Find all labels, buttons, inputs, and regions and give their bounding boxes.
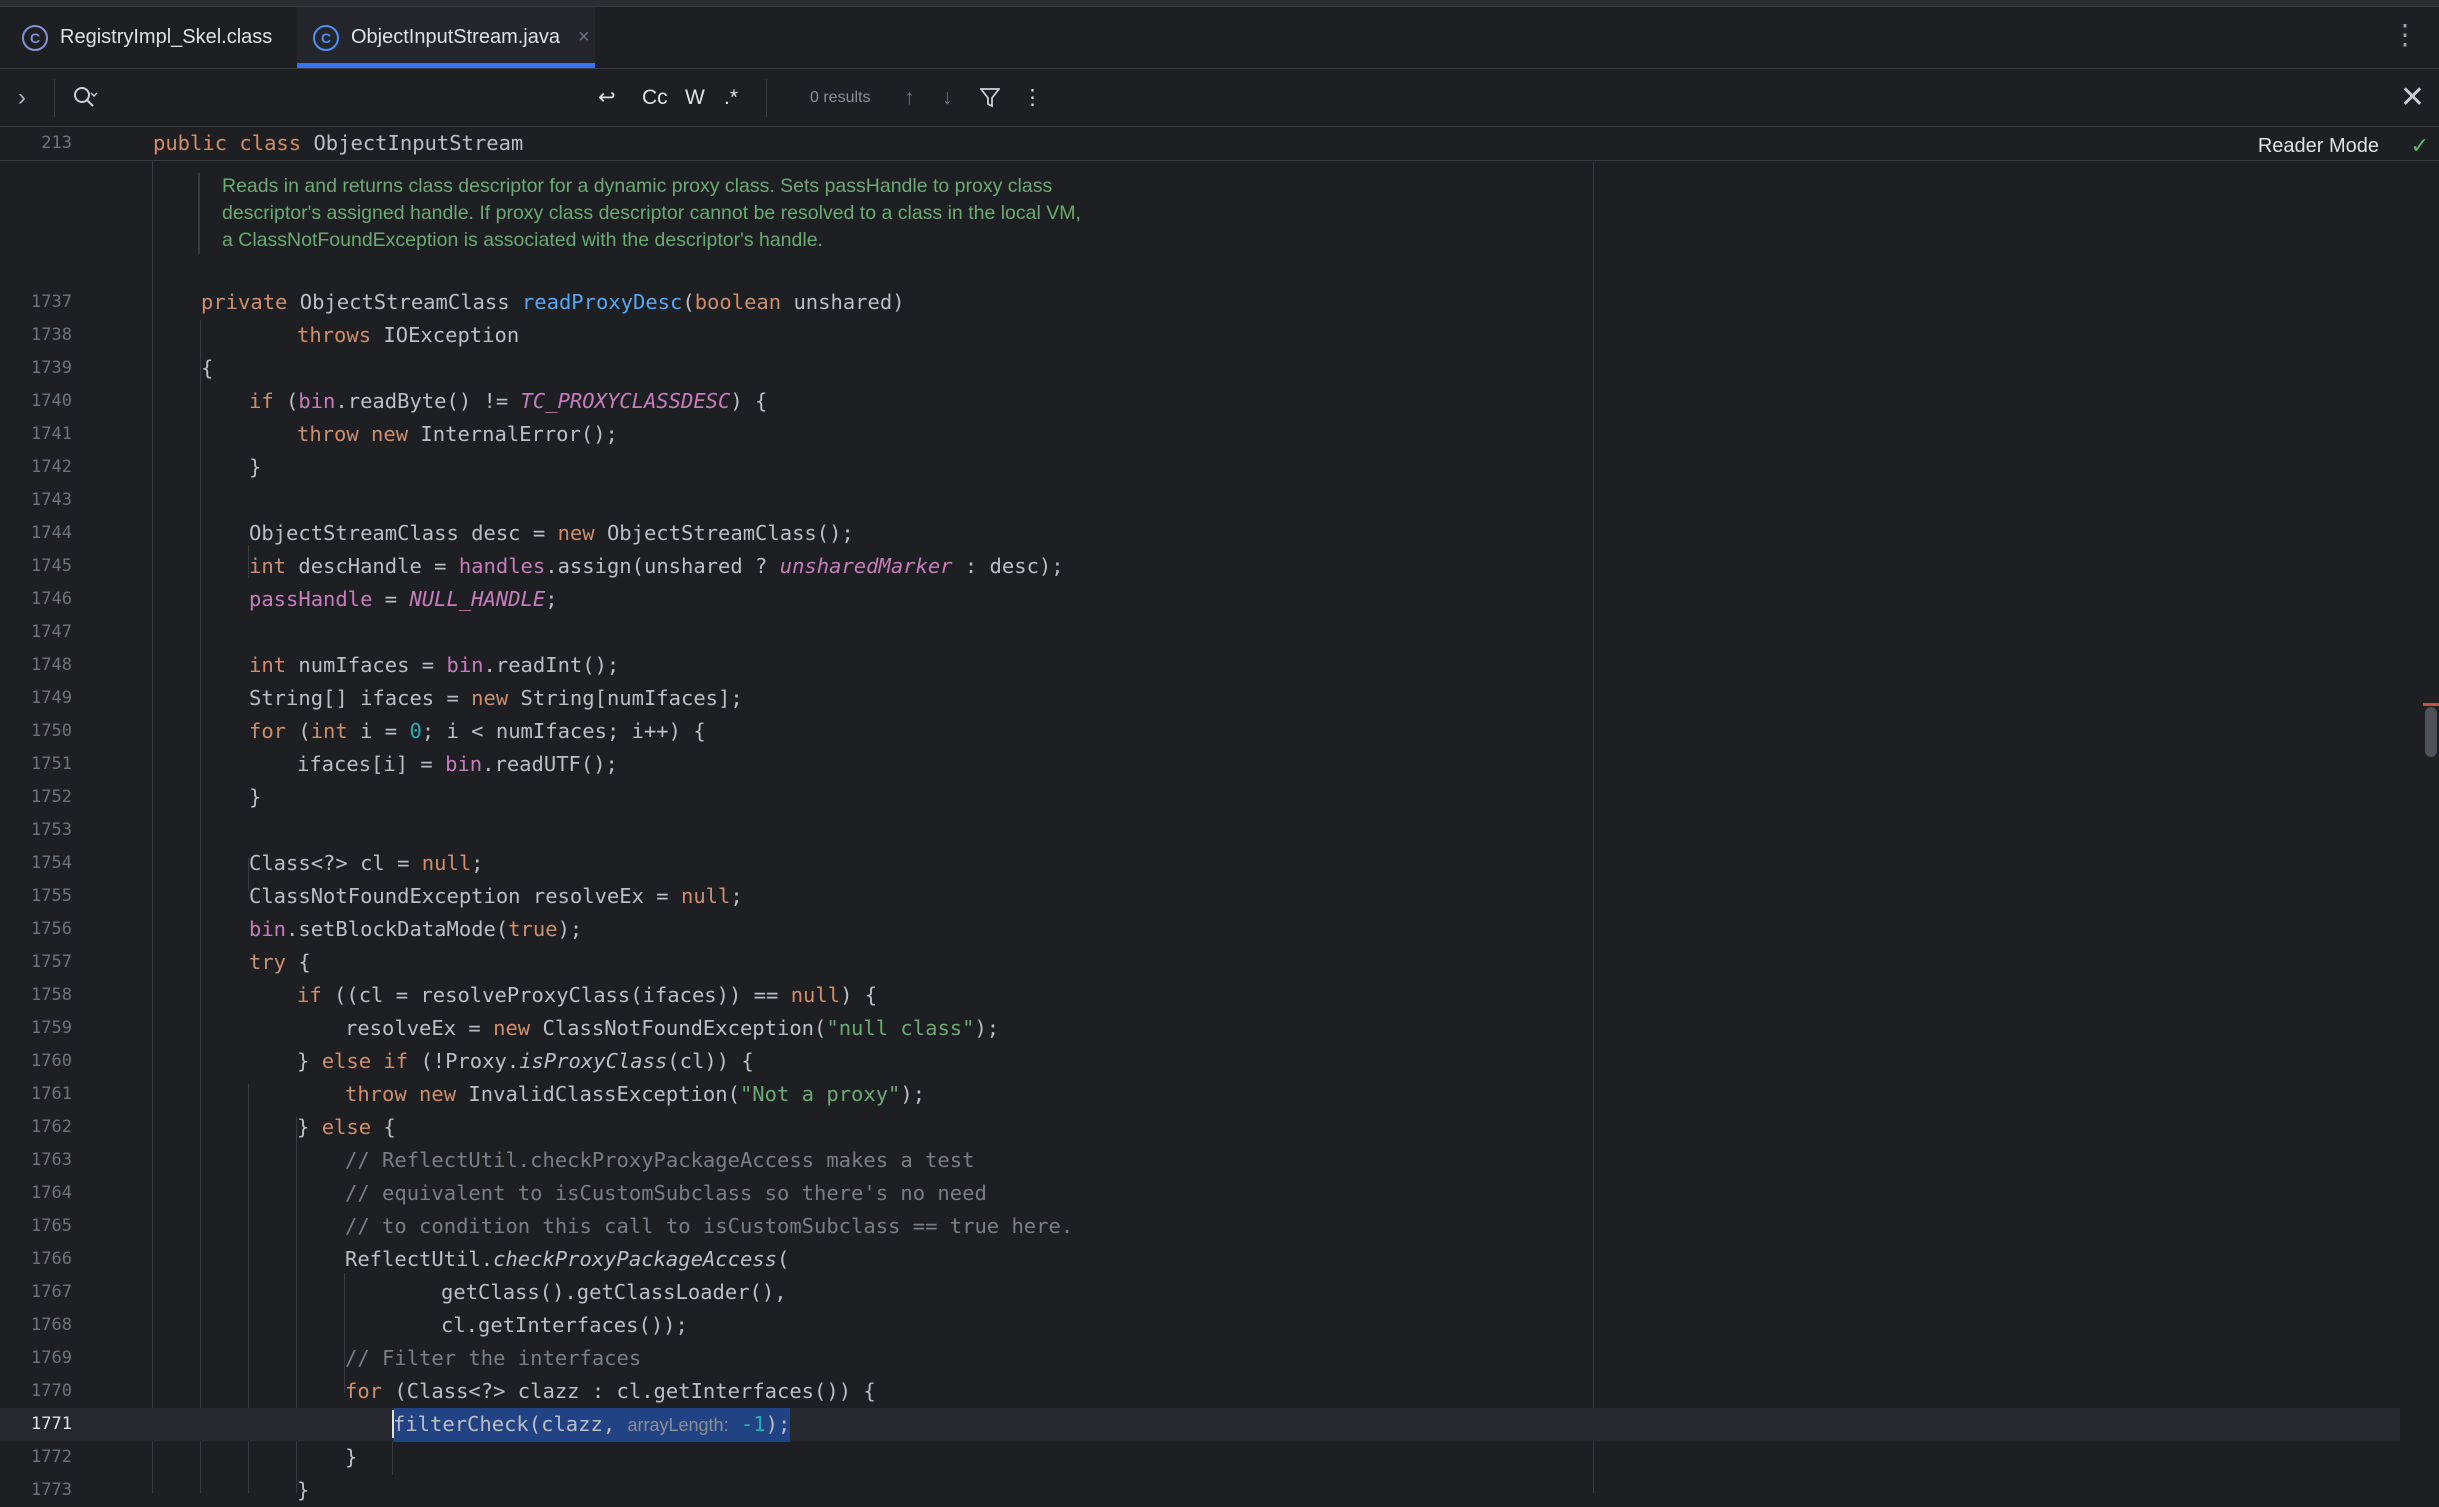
code-line[interactable]: 1744 ObjectStreamClass desc = new ObjectS… — [0, 517, 2400, 550]
code-line[interactable]: 1752} — [0, 781, 2400, 814]
tab-label: RegistryImpl_Skel.class — [60, 26, 273, 48]
code-line[interactable]: 1759 resolveEx = new ClassNotFoundExcepti… — [0, 1012, 2400, 1045]
code-line[interactable]: 1750 for (int i = 0; i < numIfaces; i++) … — [0, 715, 2400, 748]
code-line[interactable]: 1754 Class<?> cl = null; — [0, 847, 2400, 880]
regex-button[interactable]: .* — [724, 69, 738, 126]
line-number: 213 — [41, 133, 72, 153]
sticky-header-line[interactable]: 213 public class ObjectInputStream Reade… — [0, 127, 2439, 161]
search-results-count: 0 results — [810, 88, 871, 106]
parameter-hint: arrayLength: — [627, 1415, 729, 1435]
rendered-javadoc: Reads in and returns class descriptor fo… — [198, 173, 1222, 254]
active-tab-indicator — [297, 63, 595, 68]
code-line[interactable]: 1765// to condition this call to isCusto… — [0, 1210, 2400, 1243]
code-line[interactable]: 1755 ClassNotFoundException resolveEx = n… — [0, 880, 2400, 913]
code-line[interactable]: 1745 int descHandle = handles.assign(unsh… — [0, 550, 2400, 583]
expand-replace-icon[interactable]: › — [18, 69, 26, 126]
code-line[interactable]: 1740 if (bin.readByte() != TC_PROXYCLASSD… — [0, 385, 2400, 418]
code-line[interactable]: 1766 ReflectUtil.checkProxyPackageAccess( — [0, 1243, 2400, 1276]
current-code-line[interactable]: 1771 filterCheck(clazz, arrayLength: -1); — [0, 1408, 2400, 1442]
code-line[interactable]: 1763// ReflectUtil.checkProxyPackageAcce… — [0, 1144, 2400, 1177]
search-history-icon[interactable] — [72, 69, 98, 126]
match-case-button[interactable]: Cc — [642, 69, 668, 126]
doc-line: a ClassNotFoundException is associated w… — [222, 229, 823, 251]
code-line[interactable]: 1747 — [0, 616, 2400, 649]
reader-mode-button[interactable]: Reader Mode — [2258, 135, 2379, 158]
code-line[interactable]: 1739{ — [0, 352, 2400, 385]
code-line[interactable]: 1762} else { — [0, 1111, 2400, 1144]
code-line[interactable]: 1760} else if (!Proxy.isProxyClass(cl)) … — [0, 1045, 2400, 1078]
code-line[interactable]: 1772} — [0, 1441, 2400, 1474]
previous-occurrence-icon[interactable]: ↑ — [904, 69, 915, 126]
code-line[interactable]: 1758 if ((cl = resolveProxyClass(ifaces))… — [0, 979, 2400, 1012]
close-tab-icon[interactable]: × — [578, 26, 590, 49]
code-line[interactable]: 1741 throw new InternalError(); — [0, 418, 2400, 451]
divider — [766, 79, 767, 117]
tab-registryimpl-skel[interactable]: C RegistryImpl_Skel.class — [22, 7, 292, 68]
text-caret — [392, 1410, 394, 1438]
code-editor[interactable]: 213 public class ObjectInputStream Reade… — [0, 127, 2439, 1502]
tab-label: ObjectInputStream.java — [351, 26, 560, 48]
vertical-scrollbar-thumb[interactable] — [2425, 707, 2437, 757]
code-line[interactable]: 1773} — [0, 1474, 2400, 1507]
words-button[interactable]: W — [685, 69, 705, 126]
code-line[interactable]: 1767 getClass().getClassLoader(), — [0, 1276, 2400, 1309]
code-line[interactable]: 1768 cl.getInterfaces()); — [0, 1309, 2400, 1342]
code-line[interactable]: 1769// Filter the interfaces — [0, 1342, 2400, 1375]
find-bar: › ↩ Cc W .* 0 results ↑ ↓ ⋮ ✕ — [0, 69, 2439, 127]
code-line[interactable]: 1743 — [0, 484, 2400, 517]
scrollbar-error-marker[interactable] — [2423, 703, 2439, 706]
code-line[interactable]: 1742} — [0, 451, 2400, 484]
doc-line: Reads in and returns class descriptor fo… — [222, 175, 1053, 197]
doc-line: descriptor's assigned handle. If proxy c… — [222, 202, 1081, 224]
inspection-ok-icon[interactable]: ✓ — [2411, 133, 2429, 159]
code-line[interactable]: 1764// equivalent to isCustomSubclass so… — [0, 1177, 2400, 1210]
new-line-icon[interactable]: ↩ — [598, 69, 616, 126]
code-line[interactable]: 1751 ifaces[i] = bin.readUTF(); — [0, 748, 2400, 781]
code-line[interactable]: 1770 for (Class<?> clazz : cl.getInterfac… — [0, 1375, 2400, 1408]
code-line[interactable]: 1753 — [0, 814, 2400, 847]
close-find-icon[interactable]: ✕ — [2400, 69, 2425, 126]
filter-icon[interactable] — [980, 69, 1000, 126]
class-file-icon: C — [22, 24, 48, 51]
divider — [54, 79, 55, 117]
tab-objectinputstream[interactable]: C ObjectInputStream.java × — [297, 7, 595, 68]
next-occurrence-icon[interactable]: ↓ — [942, 69, 953, 126]
java-class-icon: C — [313, 24, 339, 51]
editor-tab-bar: C RegistryImpl_Skel.class C ObjectInputS… — [0, 7, 2439, 69]
code-line[interactable]: 1738 throws IOException — [0, 319, 2400, 352]
code-line[interactable]: 1757 try { — [0, 946, 2400, 979]
code-line[interactable]: 1761 throw new InvalidClassException("Not… — [0, 1078, 2400, 1111]
tab-options-icon[interactable]: ⋮ — [2391, 21, 2419, 49]
code-line[interactable]: 1746 passHandle = NULL_HANDLE; — [0, 583, 2400, 616]
code-line[interactable]: 1748 int numIfaces = bin.readInt(); — [0, 649, 2400, 682]
code-line[interactable]: 1749 String[] ifaces = new String[numIfac… — [0, 682, 2400, 715]
code-line[interactable]: 1756 bin.setBlockDataMode(true); — [0, 913, 2400, 946]
code-text: public class ObjectInputStream — [153, 131, 524, 155]
window-top-strip — [0, 0, 2439, 7]
more-options-icon[interactable]: ⋮ — [1022, 69, 1043, 126]
code-line[interactable]: 1737 private ObjectStreamClass readProxyD… — [0, 286, 2400, 319]
